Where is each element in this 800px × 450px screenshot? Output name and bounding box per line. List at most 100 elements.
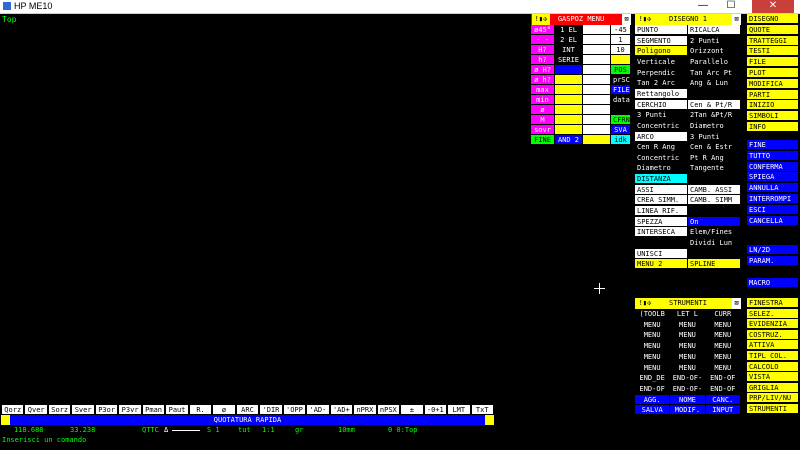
disegno-item[interactable]: CERCHIO: [635, 99, 688, 110]
gaspoz-col1-item[interactable]: ø45°: [531, 25, 555, 35]
strumenti-menu-header[interactable]: !▮✣ STRUMENTI ⊠: [635, 298, 741, 309]
gaspoz-col3-item[interactable]: [583, 45, 611, 55]
toolbar-button[interactable]: R.: [188, 404, 213, 415]
strumenti-item[interactable]: LET L: [670, 309, 706, 319]
disegno-item[interactable]: Diametro: [688, 120, 741, 131]
gaspoz-col4-item[interactable]: [611, 105, 631, 115]
gaspoz-col1-item[interactable]: M: [531, 115, 555, 125]
disegno-item[interactable]: Cen & Estr: [688, 142, 741, 153]
strumenti-item[interactable]: MENU: [670, 330, 706, 341]
gaspoz-col1-item[interactable]: max: [531, 85, 555, 95]
strumenti-item[interactable]: MENU: [635, 330, 671, 341]
main-menu-item[interactable]: ANNULLA: [747, 183, 799, 194]
disegno-item[interactable]: UNISCI: [635, 248, 688, 259]
disegno-item[interactable]: [688, 206, 741, 217]
strumenti-item[interactable]: (TOOLB: [635, 309, 671, 319]
disegno-item[interactable]: ASSI: [635, 184, 688, 195]
disegno-item[interactable]: 2 Punti: [688, 35, 741, 46]
main-menu-item[interactable]: PARTI: [747, 89, 799, 100]
disegno-item[interactable]: CAMB. ASSI: [688, 184, 741, 195]
disegno-item[interactable]: Pt R Ang: [688, 152, 741, 163]
toolbar-button[interactable]: 'AD-: [306, 404, 330, 415]
disegno-item[interactable]: Cen R Ang: [635, 142, 688, 153]
toolbar-button[interactable]: Qorz: [1, 404, 25, 415]
gaspoz-col4-item[interactable]: data: [611, 95, 631, 105]
disegno-item[interactable]: RICALCA: [688, 25, 741, 35]
gaspoz-col3-item[interactable]: [583, 105, 611, 115]
gaspoz-col2-item[interactable]: [555, 85, 583, 95]
strumenti-item[interactable]: CURR: [705, 309, 741, 319]
disegno-menu-header[interactable]: !▮✣ DISEGNO 1 ⊠: [635, 14, 741, 25]
pin-icon[interactable]: !▮✣: [532, 14, 550, 25]
toolbar-button[interactable]: 'AD+: [329, 404, 354, 415]
gaspoz-col2-item[interactable]: [555, 105, 583, 115]
gaspoz-col2-item[interactable]: SERIE: [555, 55, 583, 65]
main-menu-item[interactable]: ESCI: [747, 204, 799, 215]
strumenti-item[interactable]: MENU: [705, 362, 741, 373]
gaspoz-col2-item[interactable]: 2 EL: [555, 35, 583, 45]
toolbar-button[interactable]: ±: [400, 404, 424, 415]
disegno-item[interactable]: PUNTO: [635, 25, 688, 35]
toolbar-button[interactable]: 'OPP: [282, 404, 307, 415]
main-menu-item[interactable]: QUOTE: [747, 24, 799, 35]
main-menu-item[interactable]: LN/2D: [747, 245, 799, 255]
gaspoz-col1-item[interactable]: FINE: [531, 135, 555, 145]
close-icon[interactable]: ⊠: [732, 14, 741, 25]
main-menu-item[interactable]: TIPL COL.: [747, 351, 799, 361]
main-menu-item[interactable]: STRUMENTI: [747, 404, 799, 414]
strumenti-item[interactable]: INPUT: [705, 405, 741, 416]
gaspoz-col2-item[interactable]: AND 2: [555, 135, 583, 145]
strumenti-item[interactable]: END-OF-: [670, 383, 706, 394]
strumenti-item[interactable]: MENU: [670, 319, 706, 330]
gaspoz-col2-item[interactable]: 1 EL: [555, 25, 583, 35]
disegno-item[interactable]: LINEA RIF.: [635, 206, 688, 217]
gaspoz-col4-item[interactable]: CFRN: [611, 115, 631, 125]
toolbar-button[interactable]: Sver: [71, 404, 95, 415]
strumenti-item[interactable]: MODIF.: [670, 405, 706, 416]
gaspoz-col2-item[interactable]: INT: [555, 45, 583, 55]
toolbar-button[interactable]: ARC: [235, 404, 260, 415]
close-button[interactable]: ✕: [752, 0, 794, 13]
disegno-item[interactable]: SEGMENTO: [635, 35, 688, 46]
gaspoz-col3-item[interactable]: [583, 35, 611, 45]
disegno-item[interactable]: ARCO: [635, 131, 688, 142]
disegno-item[interactable]: 3 Punti: [688, 131, 741, 142]
quick-dimension-bar[interactable]: QUOTATURA RAPIDA: [1, 415, 494, 425]
toolbar-button[interactable]: P3vr: [118, 404, 142, 415]
strumenti-item[interactable]: END-OF: [705, 383, 741, 394]
maximize-button[interactable]: ☐: [718, 0, 744, 13]
toolbar-button[interactable]: nPSX: [376, 404, 401, 415]
strumenti-item[interactable]: MENU: [705, 319, 741, 330]
disegno-item[interactable]: 3 Punti: [635, 110, 688, 121]
main-menu-item[interactable]: DISEGNO: [747, 14, 799, 24]
disegno-item[interactable]: 2Tan &Pt/R: [688, 110, 741, 121]
disegno-item[interactable]: Diametro: [635, 163, 688, 174]
gaspoz-col2-item[interactable]: [555, 75, 583, 85]
strumenti-item[interactable]: MENU: [705, 341, 741, 352]
disegno-item[interactable]: Perpendic: [635, 67, 688, 78]
strumenti-item[interactable]: MENU: [705, 351, 741, 362]
main-menu-item[interactable]: FINESTRA: [747, 298, 799, 308]
gaspoz-col3-item[interactable]: [583, 125, 611, 135]
gaspoz-col3-item[interactable]: [583, 65, 611, 75]
strumenti-item[interactable]: MENU: [670, 341, 706, 352]
pin-icon[interactable]: !▮✣: [636, 14, 654, 25]
gaspoz-col2-item[interactable]: [555, 115, 583, 125]
toolbar-button[interactable]: -0+1: [423, 404, 448, 415]
strumenti-item[interactable]: END-OF: [705, 373, 741, 384]
disegno-item[interactable]: [635, 238, 688, 248]
main-menu-item[interactable]: CALCOLO: [747, 361, 799, 372]
gaspoz-col2-item[interactable]: [555, 125, 583, 135]
toolbar-button[interactable]: LMT: [447, 404, 471, 415]
main-menu-item[interactable]: INIZIO: [747, 100, 799, 111]
disegno-item[interactable]: Concentric: [635, 152, 688, 163]
gaspoz-col4-item[interactable]: SVA: [611, 125, 631, 135]
strumenti-item[interactable]: AGG.: [635, 394, 671, 405]
disegno-item[interactable]: Dividi Lun: [688, 238, 741, 248]
gaspoz-col3-item[interactable]: [583, 115, 611, 125]
strumenti-item[interactable]: MENU: [635, 341, 671, 352]
disegno-item[interactable]: DISTANZA: [635, 174, 688, 185]
main-menu-item[interactable]: PRP/LIV/NU: [747, 393, 799, 404]
strumenti-item[interactable]: END_DE: [635, 373, 671, 384]
strumenti-item[interactable]: END-OF: [635, 383, 671, 394]
